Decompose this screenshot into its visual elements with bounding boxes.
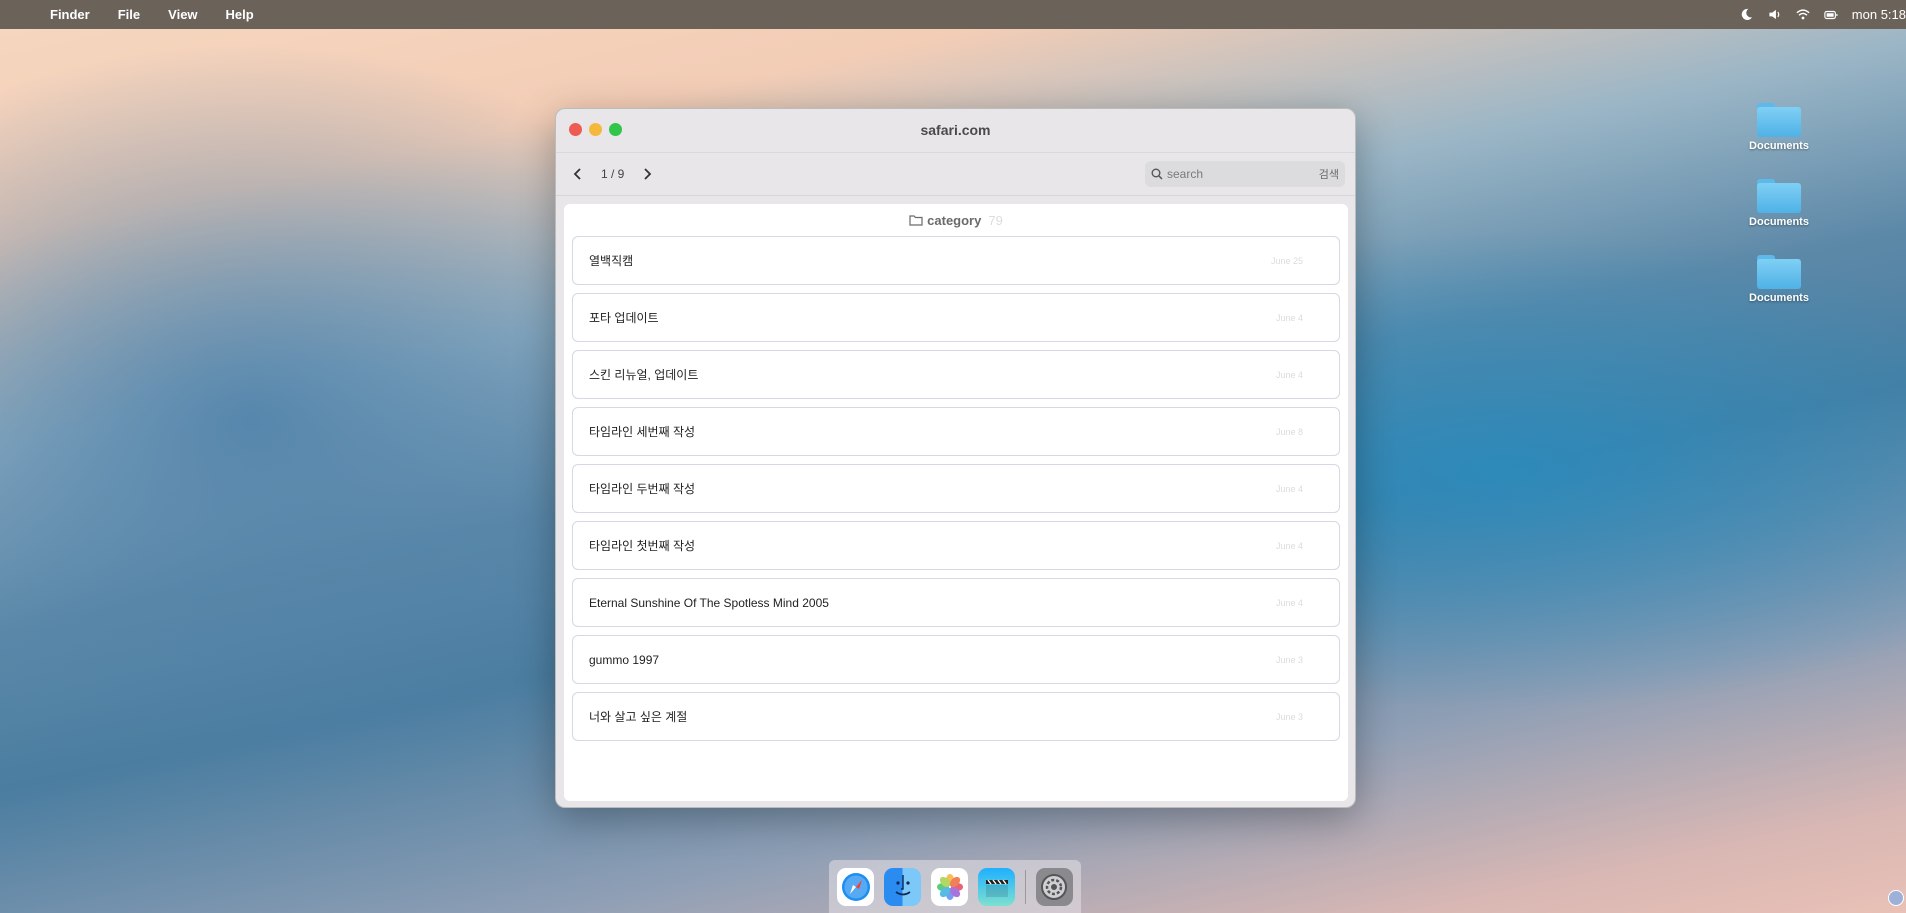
- list-item[interactable]: 타임라인 두번째 작성 June 4: [572, 464, 1340, 513]
- browser-window: safari.com 1 / 9 검색 category 79 열백직캠 J: [555, 108, 1356, 808]
- post-date: June 3: [1275, 654, 1303, 665]
- toolbar: 1 / 9 검색: [556, 153, 1355, 196]
- post-title: 스킨 리뉴얼, 업데이트: [589, 368, 699, 382]
- list-item[interactable]: 스킨 리뉴얼, 업데이트 June 4: [572, 350, 1340, 399]
- search-icon: [1151, 168, 1163, 180]
- list-item[interactable]: Eternal Sunshine Of The Spotless Mind 20…: [572, 578, 1340, 627]
- moon-icon[interactable]: [1740, 8, 1754, 22]
- post-title: 타임라인 두번째 작성: [589, 482, 696, 496]
- post-date: June 4: [1275, 312, 1303, 323]
- desktop-folder-documents[interactable]: Documents: [1739, 255, 1819, 304]
- list-item[interactable]: 타임라인 세번째 작성 June 8: [572, 407, 1340, 456]
- window-title: safari.com: [920, 122, 991, 138]
- list-item[interactable]: 너와 살고 싶은 계절 June 3: [572, 692, 1340, 741]
- post-title: 타임라인 세번째 작성: [589, 425, 696, 439]
- desktop-folder-documents[interactable]: Documents: [1739, 179, 1819, 228]
- category-count: 79: [988, 212, 1003, 228]
- photos-icon[interactable]: [931, 867, 968, 906]
- chevron-right-icon: [644, 168, 652, 180]
- title-bar[interactable]: safari.com: [556, 109, 1355, 153]
- desktop-icon-label: Documents: [1749, 140, 1809, 152]
- post-date: June 3: [1275, 711, 1303, 722]
- prev-page-button[interactable]: [563, 161, 593, 187]
- search-input[interactable]: [1167, 167, 1307, 181]
- settings-icon[interactable]: [1035, 867, 1073, 906]
- category-label: category: [927, 212, 982, 228]
- menu-finder[interactable]: Finder: [50, 7, 90, 22]
- volume-icon[interactable]: [1768, 8, 1782, 22]
- post-date: June 4: [1275, 597, 1303, 608]
- post-date: June 4: [1275, 483, 1303, 494]
- finder-icon[interactable]: [884, 867, 921, 906]
- list-item[interactable]: gummo 1997 June 3: [572, 635, 1340, 684]
- post-title: Eternal Sunshine Of The Spotless Mind 20…: [589, 595, 829, 610]
- menu-file[interactable]: File: [118, 7, 140, 22]
- siri-icon[interactable]: [1888, 890, 1904, 906]
- category-header: category 79: [564, 204, 1348, 236]
- post-title: gummo 1997: [589, 652, 660, 667]
- post-date: June 4: [1275, 540, 1303, 551]
- desktop-icon-label: Documents: [1749, 292, 1809, 304]
- page-indicator: 1 / 9: [601, 167, 625, 181]
- imovie-icon[interactable]: [978, 867, 1015, 906]
- list-item[interactable]: 타임라인 첫번째 작성 June 4: [572, 521, 1340, 570]
- post-title: 타임라인 첫번째 작성: [589, 539, 696, 553]
- post-title: 너와 살고 싶은 계절: [589, 710, 688, 724]
- page-content: category 79 열백직캠 June 25 포타 업데이트 June 4 …: [564, 204, 1348, 801]
- list-item[interactable]: 포타 업데이트 June 4: [572, 293, 1340, 342]
- status-area: mon 5:18: [1740, 0, 1906, 29]
- menu-bar: Finder File View Help mon 5:18: [0, 0, 1906, 29]
- pagination: 1 / 9: [563, 161, 662, 187]
- desktop-folder-documents[interactable]: Documents: [1739, 103, 1819, 152]
- folder-icon: [1757, 179, 1801, 213]
- search-box: 검색: [1145, 161, 1345, 187]
- safari-icon[interactable]: [837, 867, 874, 906]
- post-date: June 8: [1275, 426, 1303, 437]
- wifi-icon[interactable]: [1796, 8, 1810, 22]
- post-list: 열백직캠 June 25 포타 업데이트 June 4 스킨 리뉴얼, 업데이트…: [564, 236, 1348, 741]
- search-button[interactable]: 검색: [1319, 166, 1339, 182]
- folder-icon: [1757, 103, 1801, 137]
- post-title: 포타 업데이트: [589, 311, 659, 325]
- post-title: 열백직캠: [589, 254, 634, 268]
- menu-view[interactable]: View: [168, 7, 197, 22]
- battery-icon[interactable]: [1824, 8, 1838, 22]
- list-item[interactable]: 열백직캠 June 25: [572, 236, 1340, 285]
- dock: [829, 860, 1081, 913]
- post-date: June 4: [1275, 369, 1303, 380]
- post-date: June 25: [1270, 255, 1303, 266]
- clock[interactable]: mon 5:18: [1852, 7, 1906, 22]
- folder-icon: [1757, 255, 1801, 289]
- desktop-icon-label: Documents: [1749, 216, 1809, 228]
- dock-separator: [1025, 869, 1026, 904]
- next-page-button[interactable]: [632, 161, 662, 187]
- chevron-left-icon: [573, 168, 581, 180]
- menu-help[interactable]: Help: [226, 7, 254, 22]
- folder-outline-icon: [909, 215, 923, 226]
